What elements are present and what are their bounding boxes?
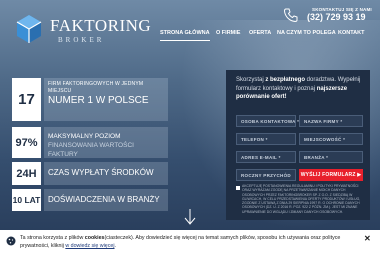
nav-how-it-works[interactable]: NA CZYM TO POLEGA (277, 30, 336, 36)
industry-field[interactable]: BRANŻA * (299, 151, 363, 163)
form-intro: Skorzystaj z bezpłatnego doradztwa. Wype… (236, 77, 361, 100)
feature-highlight: DOŚWIADCZENIA W BRANŻY (48, 195, 160, 204)
phone-number[interactable]: (32) 729 93 19 (307, 12, 366, 22)
annual-revenue-field[interactable]: ROCZNY PRZYCHÓD (236, 169, 296, 181)
contact-form: Skorzystaj z bezpłatnego doradztwa. Wype… (226, 70, 370, 220)
scroll-down-arrow-icon[interactable] (182, 208, 198, 226)
cookie-bar: Ta strona korzysta z plików cookies(cias… (0, 230, 380, 253)
cookie-learn-more-link[interactable]: w dowiedz się więcej (65, 243, 114, 249)
feature-number: 24H (12, 162, 41, 185)
close-icon[interactable]: ✕ (364, 234, 371, 243)
nav-about[interactable]: O FIRMIE (216, 30, 240, 36)
feature-panel: DOŚWIADCZENIA W BRANŻY (44, 189, 168, 211)
phone-icon (283, 8, 298, 23)
feature-line: FIRM FAKTORINGOWYCH W JEDNYM (48, 81, 144, 87)
nav-contact[interactable]: KONTAKT (338, 30, 364, 36)
feature-line: MIEJSCU (48, 88, 72, 94)
feature-highlight: CZAS WYPŁATY ŚRODKÓW (48, 168, 154, 177)
city-field[interactable]: MIEJSCOWOŚĆ * (299, 133, 363, 145)
cookie-icon (6, 236, 16, 246)
main-navigation: STRONA GŁÓWNA O FIRMIE OFERTA NA CZYM TO… (0, 30, 380, 41)
cookie-message: Ta strona korzysta z plików cookies(cias… (20, 235, 341, 249)
phone-field[interactable]: TELEFON * (236, 133, 296, 145)
nav-home[interactable]: STRONA GŁÓWNA (160, 30, 210, 41)
consent-text: AKCEPTUJĘ POSTANOWIENIA REGULAMINU I POL… (242, 184, 361, 214)
feature-panel: MAKSYMALNY POZIOM FINANSOWANIA WARTOŚCI … (44, 127, 168, 158)
contact-person-field[interactable]: OSOBA KONTAKTOWA * (236, 115, 299, 127)
feature-panel: FIRM FAKTORINGOWYCH W JEDNYM MIEJSCU NUM… (44, 78, 168, 121)
company-name-field[interactable]: NAZWA FIRMY * (299, 115, 363, 127)
feature-number: 17 (12, 78, 41, 121)
submit-form-button[interactable]: WYŚLIJ FORMULARZ ▶ (299, 169, 363, 181)
feature-highlight: NUMER 1 W POLSCE (48, 95, 149, 106)
nav-offer[interactable]: OFERTA (249, 30, 271, 36)
feature-panel: CZAS WYPŁATY ŚRODKÓW (44, 162, 168, 185)
feature-number: 97% (12, 127, 41, 158)
email-field[interactable]: ADRES E-MAIL * (236, 151, 296, 163)
feature-number: 10 LAT (12, 189, 41, 211)
feature-line: FINANSOWANIA WARTOŚCI FAKTURY (48, 142, 134, 158)
feature-line: MAKSYMALNY POZIOM (48, 133, 121, 140)
consent-checkbox[interactable] (236, 186, 240, 190)
